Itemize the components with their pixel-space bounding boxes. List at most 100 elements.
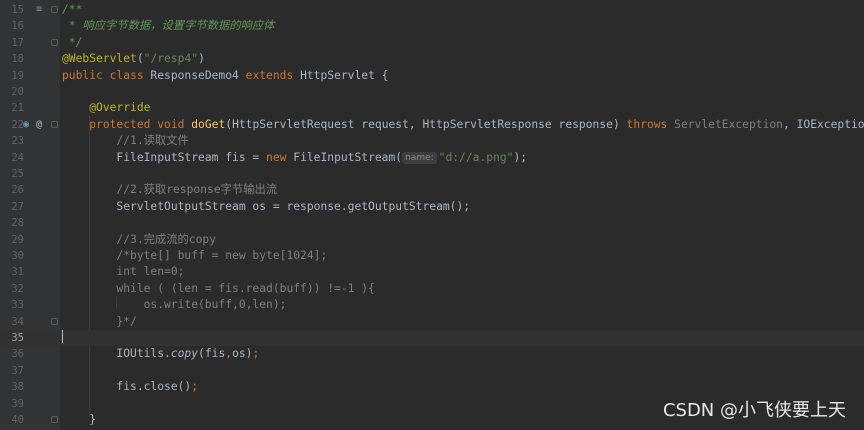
code-line[interactable]: 33 os.write(buff,0,len); bbox=[0, 297, 864, 313]
line-number[interactable]: 36 bbox=[4, 346, 24, 362]
line-number[interactable]: 35 bbox=[4, 330, 24, 346]
code-text[interactable]: /*byte[] buff = new byte[1024]; bbox=[62, 248, 327, 264]
code-line[interactable]: 18 @WebServlet("/resp4") bbox=[0, 51, 864, 67]
line-number[interactable]: 30 bbox=[4, 248, 24, 264]
code-token: ); bbox=[513, 150, 528, 164]
code-line[interactable]: 24 FileInputStream fis = new FileInputSt… bbox=[0, 150, 864, 166]
override-method-icon[interactable]: ◉ bbox=[23, 117, 29, 133]
annotation-icon[interactable]: @ bbox=[36, 117, 42, 133]
code-text[interactable]: @Override bbox=[62, 100, 150, 116]
line-number[interactable]: 38 bbox=[4, 379, 24, 395]
code-line[interactable]: 26 //2.获取response字节输出流 bbox=[0, 182, 864, 198]
line-number[interactable]: 19 bbox=[4, 68, 24, 84]
code-text[interactable]: IOUtils.copy(fis,os); bbox=[62, 346, 259, 362]
line-number[interactable]: 26 bbox=[4, 182, 24, 198]
line-number[interactable]: 33 bbox=[4, 297, 24, 313]
fold-marker-icon[interactable] bbox=[51, 120, 58, 128]
code-line[interactable]: 21 @Override bbox=[0, 100, 864, 116]
code-line[interactable]: 15 ≡ /** bbox=[0, 2, 864, 18]
code-line[interactable]: 38 fis.close(); bbox=[0, 379, 864, 395]
code-token: doGet bbox=[191, 117, 226, 131]
line-number[interactable]: 29 bbox=[4, 232, 24, 248]
code-text[interactable]: while ( (len = fis.read(buff)) !=-1 ){ bbox=[62, 281, 374, 297]
fold-marker-icon[interactable] bbox=[51, 317, 58, 325]
code-token: (HttpServletRequest request, HttpServlet… bbox=[225, 117, 627, 131]
code-token: /** bbox=[62, 3, 83, 16]
code-text[interactable]: } bbox=[62, 412, 96, 428]
code-text[interactable]: fis.close(); bbox=[62, 379, 198, 395]
code-token: //3.完成流的copy bbox=[62, 232, 217, 246]
code-text[interactable]: * 响应字节数据，设置字节数据的响应体 bbox=[62, 18, 275, 34]
line-number[interactable]: 24 bbox=[4, 150, 24, 166]
code-token: ( bbox=[136, 52, 144, 66]
code-line[interactable]: 16 * 响应字节数据，设置字节数据的响应体 bbox=[0, 18, 864, 34]
code-text[interactable] bbox=[62, 330, 63, 346]
line-number[interactable]: 25 bbox=[4, 166, 24, 182]
line-number[interactable]: 16 bbox=[4, 18, 24, 34]
line-number[interactable]: 31 bbox=[4, 264, 24, 280]
code-token: ServletOutputStream os = response.getOut… bbox=[62, 199, 471, 213]
code-line[interactable]: 30 /*byte[] buff = new byte[1024]; bbox=[0, 248, 864, 264]
code-token: ServletException bbox=[674, 117, 783, 131]
code-token: /*byte[] buff = new byte[1024]; bbox=[62, 249, 328, 262]
code-token: (fis bbox=[198, 347, 226, 361]
code-text[interactable]: }*/ bbox=[62, 314, 137, 330]
fold-marker-icon[interactable] bbox=[51, 38, 58, 46]
code-line[interactable]: 19 public class ResponseDemo4 extends Htt… bbox=[0, 68, 864, 84]
code-line[interactable]: 37 bbox=[0, 363, 864, 379]
line-number[interactable]: 28 bbox=[4, 215, 24, 231]
code-token: "d://a.png" bbox=[438, 150, 514, 164]
line-number[interactable]: 37 bbox=[4, 363, 24, 379]
code-line[interactable]: 35 bbox=[0, 330, 864, 347]
code-line[interactable]: 20 bbox=[0, 84, 864, 100]
doc-comment-toggle-icon[interactable]: ≡ bbox=[36, 2, 42, 18]
code-text[interactable]: os.write(buff,0,len); bbox=[62, 297, 287, 313]
code-token: fis.close() bbox=[62, 380, 192, 394]
code-text[interactable]: FileInputStream fis = new FileInputStrea… bbox=[62, 150, 527, 166]
code-text[interactable]: */ bbox=[62, 35, 83, 51]
line-number[interactable]: 39 bbox=[4, 396, 24, 412]
code-text[interactable]: @WebServlet("/resp4") bbox=[62, 51, 205, 67]
line-number[interactable]: 18 bbox=[4, 51, 24, 67]
code-text[interactable]: public class ResponseDemo4 extends HttpS… bbox=[62, 68, 388, 84]
line-number[interactable]: 40 bbox=[4, 412, 24, 428]
code-text[interactable]: //3.完成流的copy bbox=[62, 232, 216, 248]
code-text[interactable]: ServletOutputStream os = response.getOut… bbox=[62, 199, 470, 215]
line-number[interactable]: 23 bbox=[4, 133, 24, 149]
code-line[interactable]: 25 bbox=[0, 166, 864, 182]
code-editor[interactable]: 15 ≡/** 16 * 响应字节数据，设置字节数据的响应体 17 */18 @WebS… bbox=[0, 0, 864, 430]
code-line[interactable]: 31 int len=0; bbox=[0, 264, 864, 280]
line-number[interactable]: 17 bbox=[4, 35, 24, 51]
code-token: ; bbox=[252, 347, 260, 361]
code-line[interactable]: 17 */ bbox=[0, 35, 864, 51]
code-token: new bbox=[266, 150, 294, 164]
line-number[interactable]: 21 bbox=[4, 100, 24, 116]
code-token: @WebServlet bbox=[62, 52, 137, 66]
fold-marker-icon[interactable] bbox=[51, 416, 58, 423]
code-line[interactable]: 32 while ( (len = fis.read(buff)) !=-1 )… bbox=[0, 281, 864, 297]
code-text[interactable]: protected void doGet(HttpServletRequest … bbox=[62, 117, 864, 133]
code-line[interactable]: 22 ◉ @ protected void doGet(HttpServletReq… bbox=[0, 117, 864, 133]
code-token: }*/ bbox=[62, 314, 137, 328]
line-number[interactable]: 22 bbox=[4, 117, 24, 133]
fold-marker-icon[interactable] bbox=[51, 6, 58, 13]
code-line[interactable]: 28 bbox=[0, 215, 864, 231]
code-token: IOUtils. bbox=[62, 347, 171, 361]
line-number[interactable]: 20 bbox=[4, 84, 24, 100]
code-line[interactable]: 36 IOUtils.copy(fis,os); bbox=[0, 346, 864, 362]
line-number[interactable]: 34 bbox=[4, 314, 24, 330]
line-number[interactable]: 32 bbox=[4, 281, 24, 297]
code-text[interactable]: //2.获取response字节输出流 bbox=[62, 182, 277, 198]
code-line[interactable]: 34 }*/ bbox=[0, 314, 864, 330]
code-text[interactable]: int len=0; bbox=[62, 264, 184, 280]
code-token: extends bbox=[245, 68, 301, 82]
code-line[interactable]: 29 //3.完成流的copy bbox=[0, 232, 864, 248]
code-text[interactable]: //1.读取文件 bbox=[62, 133, 188, 149]
code-line[interactable]: 27 ServletOutputStream os = response.get… bbox=[0, 199, 864, 215]
code-line[interactable]: 23 //1.读取文件 bbox=[0, 133, 864, 149]
line-number[interactable]: 27 bbox=[4, 199, 24, 215]
code-text[interactable]: /** bbox=[62, 2, 82, 18]
line-number[interactable]: 15 bbox=[4, 2, 24, 18]
